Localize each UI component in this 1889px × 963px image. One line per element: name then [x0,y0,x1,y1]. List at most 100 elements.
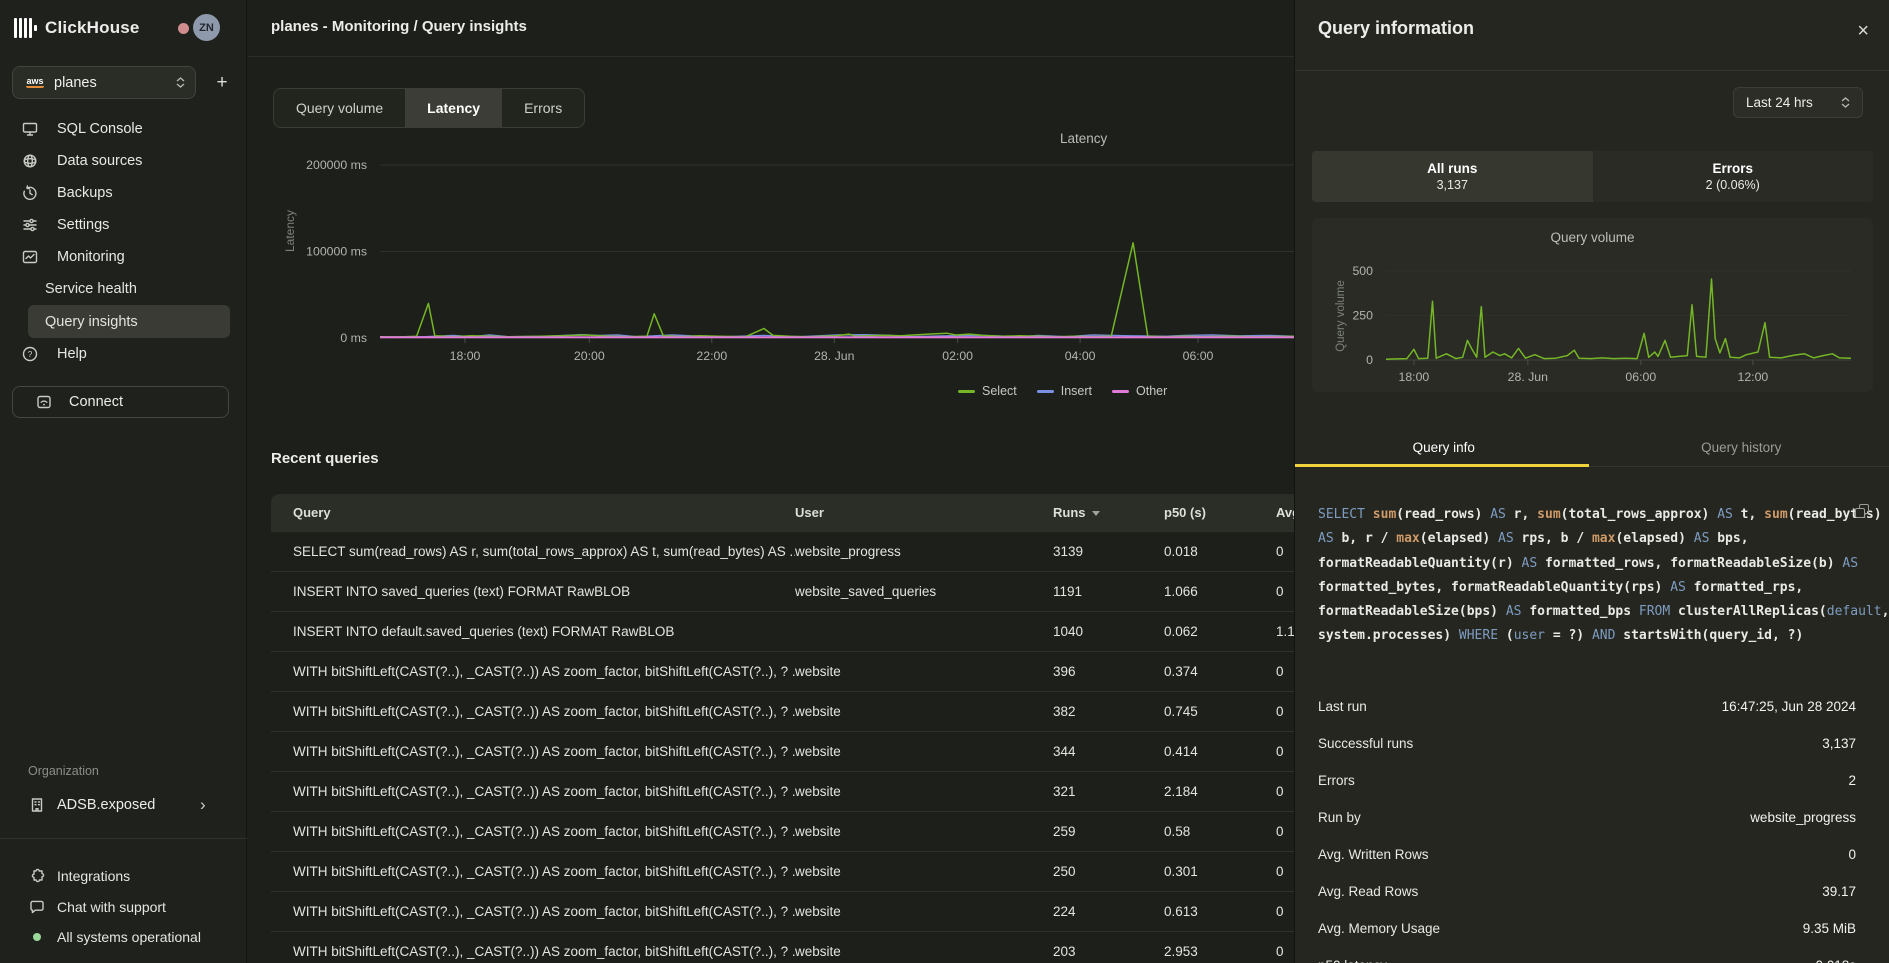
table-row[interactable]: WITH bitShiftLeft(CAST(?..), _CAST(?..))… [271,771,1294,811]
stat-row: Successful runs3,137 [1318,725,1856,762]
tab-errors[interactable]: Errors [502,89,584,127]
stat-row: Avg. Memory Usage9.35 MiB [1318,910,1856,947]
sql-code-block: SELECT sum(read_rows) AS r, sum(total_ro… [1318,503,1863,649]
clickhouse-logo-icon [14,18,37,38]
sidebar-item-monitoring[interactable]: Monitoring [0,241,247,273]
svg-text:100000 ms: 100000 ms [306,245,367,259]
service-selector[interactable]: aws planes [12,66,196,99]
legend-item-other[interactable]: Other [1112,384,1167,398]
svg-text:06:00: 06:00 [1625,370,1656,384]
code-line: SELECT sum(read_rows) AS r, sum(total_ro… [1318,503,1863,527]
chat-bubble-icon [28,898,46,916]
svg-text:500: 500 [1352,264,1373,278]
svg-text:18:00: 18:00 [1399,370,1430,384]
runs-errors-segmented: All runs 3,137 Errors 2 (0.06%) [1312,151,1873,202]
chat-support-link[interactable]: Chat with support [0,891,247,922]
sidebar-item-help[interactable]: ? Help [0,338,247,370]
table-row[interactable]: WITH bitShiftLeft(CAST(?..), _CAST(?..))… [271,651,1294,691]
connect-button[interactable]: Connect [12,386,229,418]
legend-label: Other [1136,384,1167,398]
legend-item-select[interactable]: Select [958,384,1017,398]
status-dot-icon [28,928,46,946]
sidebar-item-data-sources[interactable]: Data sources [0,145,247,177]
table-row[interactable]: INSERT INTO saved_queries (text) FORMAT … [271,571,1294,611]
sidebar-item-sql-console[interactable]: SQL Console [0,113,247,145]
sidebar-item-label: Data sources [57,153,142,169]
sort-desc-icon [1092,511,1100,516]
stat-label: Successful runs [1318,736,1413,751]
time-range-select[interactable]: Last 24 hrs [1733,87,1863,118]
panel-divider [1295,70,1889,71]
query-volume-card: Query volume Query volume 025050018:0028… [1312,218,1873,392]
svg-text:250: 250 [1352,309,1373,323]
svg-text:28. Jun: 28. Jun [814,349,854,363]
table-row[interactable]: WITH bitShiftLeft(CAST(?..), _CAST(?..))… [271,931,1294,963]
chat-support-label: Chat with support [57,899,166,915]
table-row[interactable]: WITH bitShiftLeft(CAST(?..), _CAST(?..))… [271,851,1294,891]
table-row[interactable]: WITH bitShiftLeft(CAST(?..), _CAST(?..))… [271,811,1294,851]
col-user[interactable]: User [795,494,1053,531]
col-query[interactable]: Query [271,494,795,531]
tab-query-volume[interactable]: Query volume [274,89,405,127]
svg-text:04:00: 04:00 [1065,349,1096,363]
sidebar: ClickHouse ZN aws planes + SQL Console D… [0,0,247,963]
avatar[interactable]: ZN [193,14,220,41]
table-row[interactable]: WITH bitShiftLeft(CAST(?..), _CAST(?..))… [271,691,1294,731]
query-stats-list: Last run16:47:25, Jun 28 2024Successful … [1318,688,1856,963]
code-line: system.processes) WHERE (user = ?) AND s… [1318,624,1863,648]
stat-value: website_progress [1750,810,1856,825]
system-status-link[interactable]: All systems operational [0,921,247,952]
add-service-button[interactable]: + [210,66,234,99]
segment-errors[interactable]: Errors 2 (0.06%) [1593,151,1874,202]
col-p50[interactable]: p50 (s) [1164,494,1276,531]
stat-row: Run bywebsite_progress [1318,799,1856,836]
stat-label: Avg. Written Rows [1318,847,1429,862]
col-runs[interactable]: Runs [1053,494,1164,531]
stat-row: Avg. Written Rows 0 [1318,836,1856,873]
recent-queries-body: SELECT sum(read_rows) AS r, sum(total_ro… [271,531,1294,963]
organization-row[interactable]: ADSB.exposed › [0,789,247,820]
tab-query-info[interactable]: Query info [1295,440,1593,466]
svg-text:0 ms: 0 ms [340,331,367,345]
mini-chart-title: Query volume [1312,230,1873,245]
panel-title: Query information [1318,18,1474,39]
legend-item-insert[interactable]: Insert [1037,384,1092,398]
legend-swatch [1112,390,1129,393]
table-row[interactable]: WITH bitShiftLeft(CAST(?..), _CAST(?..))… [271,891,1294,931]
breadcrumb: planes - Monitoring / Query insights [271,18,527,35]
table-row[interactable]: WITH bitShiftLeft(CAST(?..), _CAST(?..))… [271,731,1294,771]
col-avg[interactable]: Avg. [1276,494,1294,531]
chart-tabs: Query volume Latency Errors [273,88,585,128]
y-axis-label: Latency [283,201,297,261]
tab-query-history[interactable]: Query history [1593,440,1889,466]
stat-label: Last run [1318,699,1367,714]
history-icon [21,184,39,202]
legend-swatch [1037,390,1054,393]
copy-icon[interactable] [1855,504,1869,518]
sidebar-item-label: Backups [57,185,113,201]
close-icon[interactable]: × [1857,18,1869,44]
table-row[interactable]: SELECT sum(read_rows) AS r, sum(total_ro… [271,531,1294,571]
latency-chart-svg: 0 ms100000 ms200000 ms18:0020:0022:0028.… [271,130,1294,380]
segment-all-runs[interactable]: All runs 3,137 [1312,151,1593,202]
monitoring-icon [21,248,39,266]
sidebar-item-backups[interactable]: Backups [0,177,247,209]
svg-text:18:00: 18:00 [450,349,481,363]
sidebar-item-service-health[interactable]: Service health [0,273,247,305]
stat-row: Avg. Read Rows39.17 [1318,873,1856,910]
integrations-link[interactable]: Integrations [0,860,247,891]
stat-label: Avg. Memory Usage [1318,921,1440,936]
puzzle-icon [28,867,46,885]
mini-y-axis-label: Query volume [1335,270,1347,362]
stat-value: 0 [1848,847,1856,862]
query-information-panel: Query information × Last 24 hrs All runs… [1294,0,1889,963]
system-status-label: All systems operational [57,929,201,945]
sidebar-item-label: Help [57,346,87,362]
sidebar-item-query-insights[interactable]: Query insights [28,305,230,338]
svg-text:20:00: 20:00 [574,349,605,363]
table-row[interactable]: INSERT INTO default.saved_queries (text)… [271,611,1294,651]
svg-text:06:00: 06:00 [1183,349,1214,363]
svg-text:0: 0 [1366,353,1373,367]
tab-latency[interactable]: Latency [405,89,502,127]
sidebar-item-settings[interactable]: Settings [0,209,247,241]
